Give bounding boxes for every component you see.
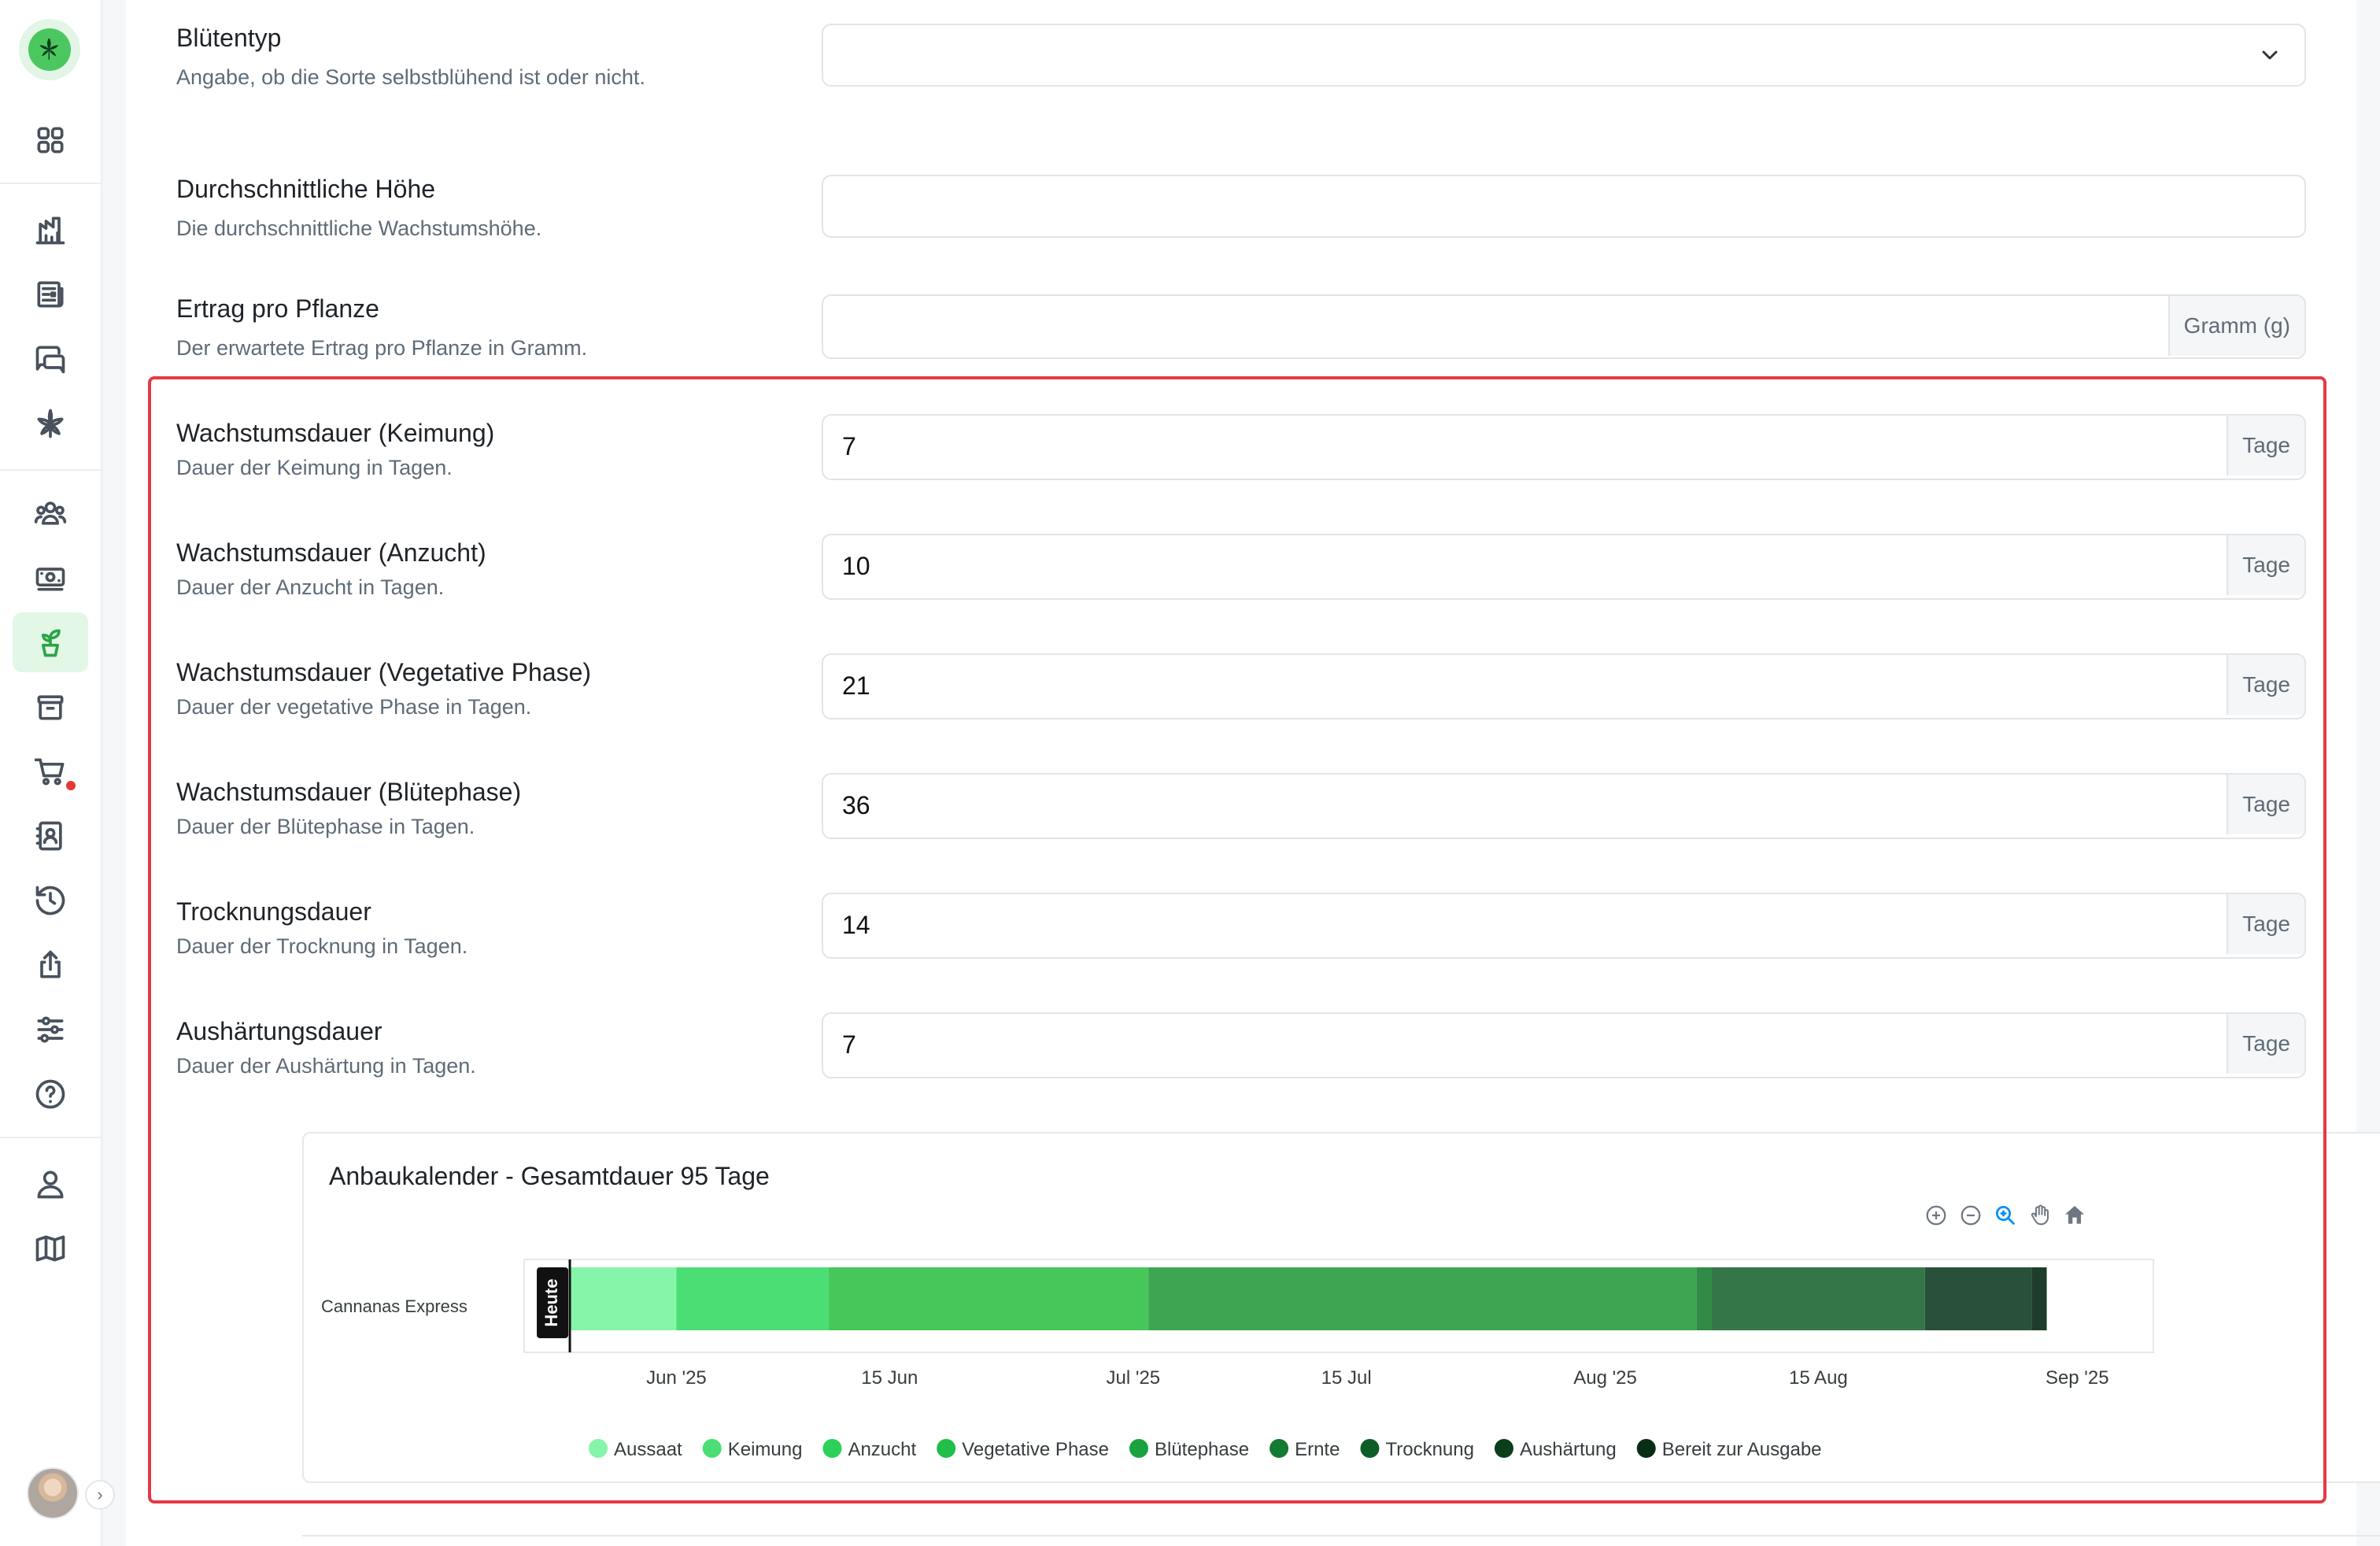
cannabis-icon[interactable] xyxy=(13,394,88,453)
finance-icon[interactable] xyxy=(13,548,88,608)
ertrag-input[interactable]: Gramm (g) xyxy=(822,294,2306,359)
inventory-icon[interactable] xyxy=(13,677,88,737)
section-divider xyxy=(302,1535,2380,1537)
dashboard-icon[interactable] xyxy=(13,110,88,170)
bluetentyp-select[interactable] xyxy=(822,24,2306,87)
hoehe-input[interactable] xyxy=(822,175,2306,238)
expand-sidebar-button[interactable]: › xyxy=(85,1480,115,1510)
field-label: Durchschnittliche Höhe xyxy=(176,175,436,203)
field-description: Die durchschnittliche Wachstumshöhe. xyxy=(176,216,542,240)
analytics-icon[interactable] xyxy=(13,200,88,260)
history-icon[interactable] xyxy=(13,871,88,930)
cart-icon[interactable] xyxy=(13,742,88,801)
field-description: Der erwartete Ertrag pro Pflanze in Gram… xyxy=(176,336,588,360)
members-icon[interactable] xyxy=(13,483,88,543)
sidebar: › xyxy=(0,0,115,1546)
plants-icon[interactable] xyxy=(13,612,88,672)
news-icon[interactable] xyxy=(13,264,88,324)
notification-dot xyxy=(66,781,76,790)
avatar[interactable] xyxy=(27,1467,79,1519)
highlight-frame xyxy=(148,376,2326,1503)
chevron-down-icon xyxy=(2262,50,2278,60)
contacts-icon[interactable] xyxy=(13,806,88,866)
field-label: Blütentyp xyxy=(176,24,282,52)
export-icon[interactable] xyxy=(13,935,88,995)
chat-icon[interactable] xyxy=(13,329,88,389)
help-icon[interactable] xyxy=(13,1064,88,1124)
profile-icon[interactable] xyxy=(13,1154,88,1214)
field-description: Angabe, ob die Sorte selbstblühend ist o… xyxy=(176,65,645,89)
map-icon[interactable] xyxy=(13,1219,88,1278)
logo-icon[interactable] xyxy=(19,19,80,80)
settings-icon[interactable] xyxy=(13,1000,88,1060)
unit-addon: Gramm (g) xyxy=(2168,296,2304,356)
field-label: Ertrag pro Pflanze xyxy=(176,294,379,323)
